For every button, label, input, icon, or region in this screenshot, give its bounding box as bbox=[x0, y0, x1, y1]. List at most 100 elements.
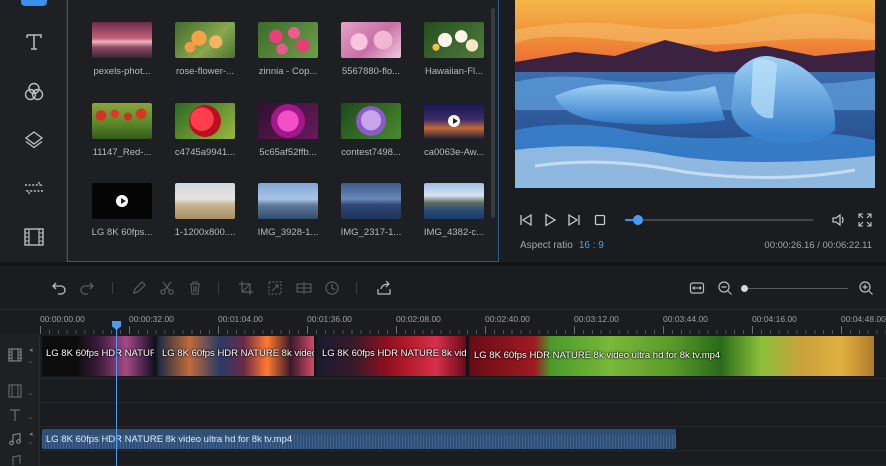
media-item[interactable]: contest7498... bbox=[337, 103, 405, 158]
video-clip[interactable]: LG 8K 60fps HDR NATURE 8k video bbox=[158, 336, 316, 376]
music-track-icon bbox=[8, 454, 22, 466]
ruler-major-tick bbox=[663, 326, 664, 334]
ruler-major-tick bbox=[396, 326, 397, 334]
undo-icon[interactable] bbox=[50, 279, 68, 297]
media-item-label: Hawaiian-Fl... bbox=[424, 66, 484, 77]
media-item[interactable]: c4745a9941... bbox=[171, 103, 239, 158]
media-thumbnail[interactable] bbox=[341, 103, 401, 139]
media-thumbnail[interactable] bbox=[175, 103, 235, 139]
video-clip[interactable]: LG 8K 60fps HDR NATURE 8k video ultra hd… bbox=[470, 336, 874, 376]
media-thumbnail[interactable] bbox=[424, 103, 484, 139]
media-item-label: 5c65af52ffb... bbox=[259, 147, 317, 158]
transitions-tool-icon[interactable] bbox=[18, 172, 50, 204]
media-thumbnail[interactable] bbox=[175, 22, 235, 58]
text-track[interactable] bbox=[40, 403, 886, 427]
edit-icon[interactable] bbox=[130, 279, 148, 297]
split-icon[interactable] bbox=[295, 279, 313, 297]
media-item[interactable]: IMG_4382-c... bbox=[420, 183, 488, 238]
text-tool-icon[interactable] bbox=[18, 26, 50, 58]
media-thumbnail[interactable] bbox=[92, 183, 152, 219]
ruler-major-tick bbox=[485, 326, 486, 334]
filters-tool-icon[interactable] bbox=[18, 76, 50, 108]
redo-icon[interactable] bbox=[78, 279, 96, 297]
overlays-tool-icon[interactable] bbox=[18, 124, 50, 156]
media-item[interactable]: ca0063e-Aw... bbox=[420, 103, 488, 158]
video-clip[interactable]: LG 8K 60fps HDR NATURE 8k vide bbox=[318, 336, 468, 376]
time-separator: / bbox=[817, 240, 820, 251]
play-icon[interactable] bbox=[542, 212, 558, 228]
media-item-label: zinnia - Cop... bbox=[258, 66, 318, 77]
media-thumbnail[interactable] bbox=[424, 183, 484, 219]
media-thumbnail[interactable] bbox=[424, 22, 484, 58]
media-thumbnail[interactable] bbox=[258, 103, 318, 139]
crop-icon[interactable] bbox=[237, 279, 255, 297]
track-lock-icon[interactable]: ▫ bbox=[29, 415, 31, 422]
play-badge-icon bbox=[116, 195, 128, 207]
export-icon[interactable] bbox=[375, 279, 393, 297]
track-lock-icon[interactable]: ▫ bbox=[29, 359, 31, 366]
library-scrollbar[interactable] bbox=[491, 8, 495, 218]
tool-rail bbox=[0, 0, 67, 262]
video-track-icon bbox=[8, 348, 22, 362]
cut-icon[interactable] bbox=[158, 279, 176, 297]
track-mute-icon[interactable]: ◂ bbox=[29, 346, 33, 354]
media-thumbnail[interactable] bbox=[341, 22, 401, 58]
stop-icon[interactable] bbox=[592, 212, 608, 228]
next-frame-icon[interactable] bbox=[566, 212, 582, 228]
media-item[interactable]: 1-1200x800.... bbox=[171, 183, 239, 238]
playhead[interactable] bbox=[116, 322, 117, 466]
ruler-major-tick bbox=[218, 326, 219, 334]
media-item[interactable]: 5567880-flo... bbox=[337, 22, 405, 77]
media-tab-indicator[interactable] bbox=[21, 0, 47, 6]
timecode: 00:00:26.16 / 00:06:22.11 bbox=[764, 240, 872, 251]
video-track: LG 8K 60fps HDR NATURE LG 8K 60fps HDR N… bbox=[40, 334, 886, 379]
zoom-in-icon[interactable] bbox=[857, 279, 875, 297]
aspect-ratio-value[interactable]: 16 : 9 bbox=[579, 240, 604, 251]
playback-progress-bar[interactable] bbox=[625, 215, 813, 225]
resize-icon[interactable] bbox=[266, 279, 284, 297]
media-thumbnail[interactable] bbox=[92, 103, 152, 139]
track-lock-icon[interactable]: ▫ bbox=[29, 440, 31, 447]
media-item[interactable]: pexels-phot... bbox=[88, 22, 156, 77]
audio-clip[interactable]: LG 8K 60fps HDR NATURE 8k video ultra hd… bbox=[42, 429, 676, 449]
track-mute-icon[interactable]: ◂ bbox=[29, 430, 33, 438]
media-item-label: IMG_2317-1... bbox=[340, 227, 402, 238]
aspect-ratio-label: Aspect ratio bbox=[520, 240, 573, 251]
media-thumbnail[interactable] bbox=[175, 183, 235, 219]
duration-icon[interactable] bbox=[323, 279, 341, 297]
delete-icon[interactable] bbox=[186, 279, 204, 297]
track-lock-icon[interactable]: ▫ bbox=[29, 391, 31, 398]
volume-icon[interactable] bbox=[831, 212, 847, 228]
media-item[interactable]: 11147_Red-... bbox=[88, 103, 156, 158]
media-thumbnail[interactable] bbox=[258, 22, 318, 58]
fullscreen-icon[interactable] bbox=[857, 212, 873, 228]
media-item[interactable]: zinnia - Cop... bbox=[254, 22, 322, 77]
media-item-label: 1-1200x800.... bbox=[174, 227, 236, 238]
media-item[interactable]: 5c65af52ffb... bbox=[254, 103, 322, 158]
media-thumbnail[interactable] bbox=[92, 22, 152, 58]
video-clip[interactable]: LG 8K 60fps HDR NATURE bbox=[42, 336, 156, 376]
timeline-ruler[interactable]: 00:00:00.00 00:00:32.00 00:01:04.00 00:0… bbox=[0, 310, 886, 334]
media-thumbnail[interactable] bbox=[258, 183, 318, 219]
ruler-time-label: 00:00:00.00 bbox=[40, 314, 85, 324]
zoom-out-icon[interactable] bbox=[716, 279, 734, 297]
playback-progress-handle[interactable] bbox=[633, 215, 644, 225]
media-item[interactable]: IMG_3928-1... bbox=[254, 183, 322, 238]
ruler-major-tick bbox=[752, 326, 753, 334]
media-item[interactable]: IMG_2317-1... bbox=[337, 183, 405, 238]
overlay-track[interactable] bbox=[40, 379, 886, 403]
total-time: 00:06:22.11 bbox=[822, 240, 872, 251]
zoom-slider-handle[interactable] bbox=[740, 285, 748, 292]
audio-track-2[interactable] bbox=[40, 451, 886, 466]
media-item[interactable]: LG 8K 60fps... bbox=[88, 183, 156, 238]
media-item[interactable]: rose-flower-... bbox=[171, 22, 239, 77]
preview-video bbox=[515, 0, 875, 188]
music-track-icon bbox=[8, 432, 22, 446]
media-thumbnail[interactable] bbox=[341, 183, 401, 219]
zoom-slider[interactable] bbox=[740, 285, 848, 292]
fit-timeline-icon[interactable] bbox=[688, 279, 706, 297]
media-item-label: ca0063e-Aw... bbox=[423, 147, 485, 158]
film-elements-tool-icon[interactable] bbox=[18, 221, 50, 253]
media-item[interactable]: Hawaiian-Fl... bbox=[420, 22, 488, 77]
previous-frame-icon[interactable] bbox=[518, 212, 534, 228]
